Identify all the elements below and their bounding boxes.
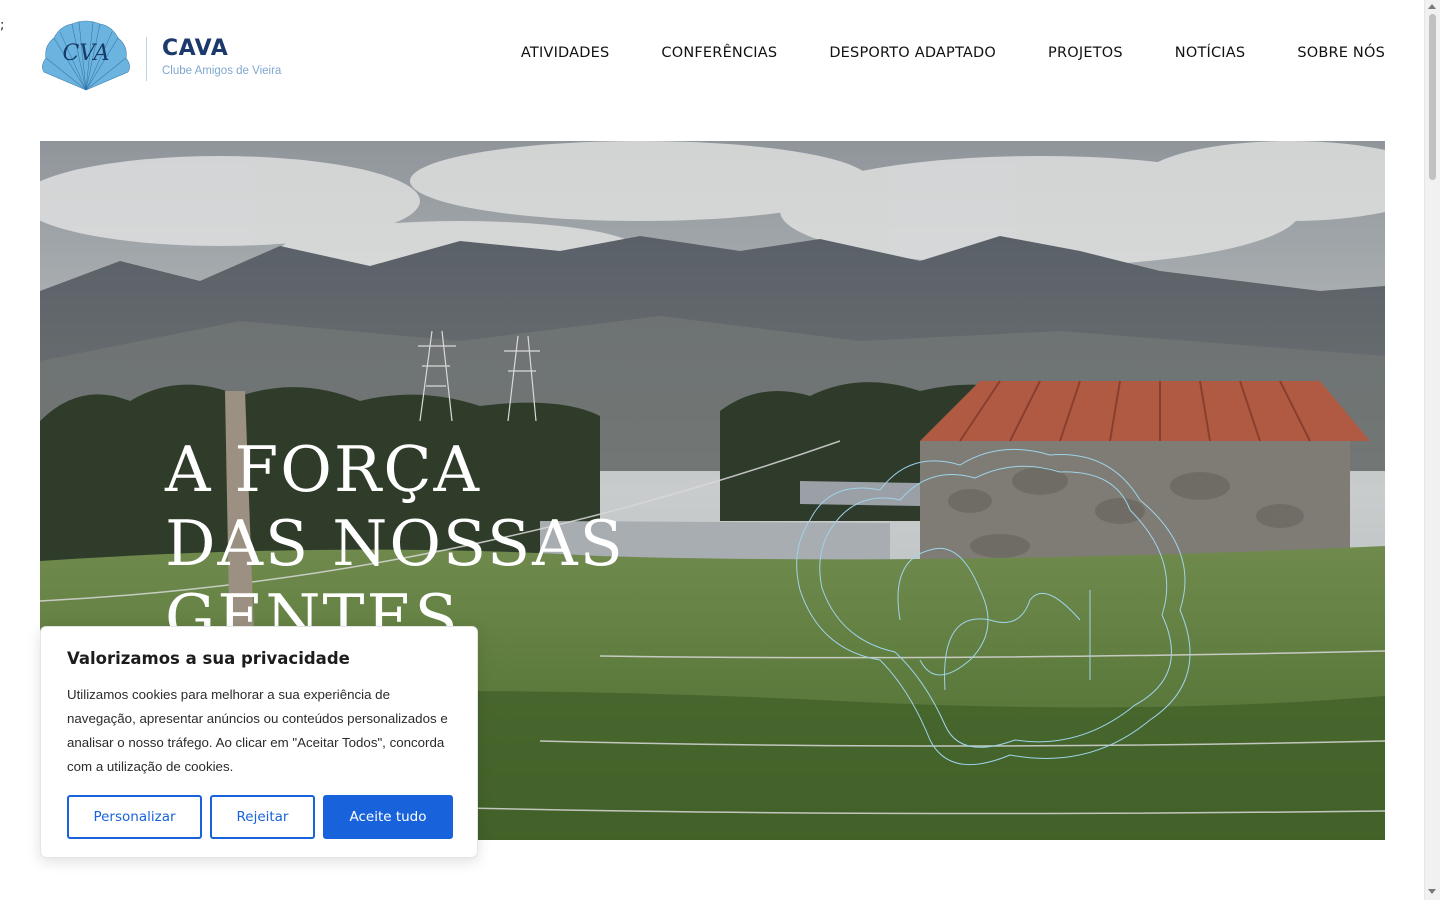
svg-text:CVA: CVA: [62, 41, 109, 66]
page-scrollbar[interactable]: [1424, 0, 1440, 900]
customize-button[interactable]: Personalizar: [67, 795, 202, 839]
cookie-banner-text: Utilizamos cookies para melhorar a sua e…: [67, 687, 448, 774]
nav-item-noticias[interactable]: NOTÍCIAS: [1175, 45, 1246, 61]
reject-button[interactable]: Rejeitar: [210, 795, 315, 839]
shell-logo-icon[interactable]: CVA: [40, 18, 133, 92]
brand-divider: [146, 37, 147, 81]
hero-headline-line-2: DAS NOSSAS: [165, 507, 625, 580]
scroll-up-arrow-icon[interactable]: [1428, 4, 1436, 9]
cookie-banner-title: Valorizamos a sua privacidade: [67, 649, 350, 668]
main-nav: ATIVIDADES CONFERÊNCIAS DESPORTO ADAPTAD…: [521, 45, 1385, 61]
site-header: CVA CAVA Clube Amigos de Vieira ATIVIDAD…: [0, 0, 1425, 110]
scroll-down-arrow-icon[interactable]: [1428, 889, 1436, 894]
nav-item-conferencias[interactable]: CONFERÊNCIAS: [661, 45, 777, 61]
nav-item-projetos[interactable]: PROJETOS: [1048, 45, 1123, 61]
hero-headline: A FORÇA DAS NOSSAS GENTES: [165, 433, 625, 655]
scrollbar-thumb[interactable]: [1429, 14, 1436, 180]
nav-item-sobre-nos[interactable]: SOBRE NÓS: [1297, 45, 1385, 61]
nav-item-atividades[interactable]: ATIVIDADES: [521, 45, 609, 61]
accept-all-button[interactable]: Aceite tudo: [323, 795, 453, 839]
brand-title[interactable]: CAVA: [162, 36, 228, 61]
brand-subtitle: Clube Amigos de Vieira: [162, 65, 282, 77]
nav-item-desporto-adaptado[interactable]: DESPORTO ADAPTADO: [829, 45, 996, 61]
hero-headline-line-1: A FORÇA: [165, 433, 482, 506]
cookie-consent-banner: Valorizamos a sua privacidade Utilizamos…: [40, 626, 478, 858]
